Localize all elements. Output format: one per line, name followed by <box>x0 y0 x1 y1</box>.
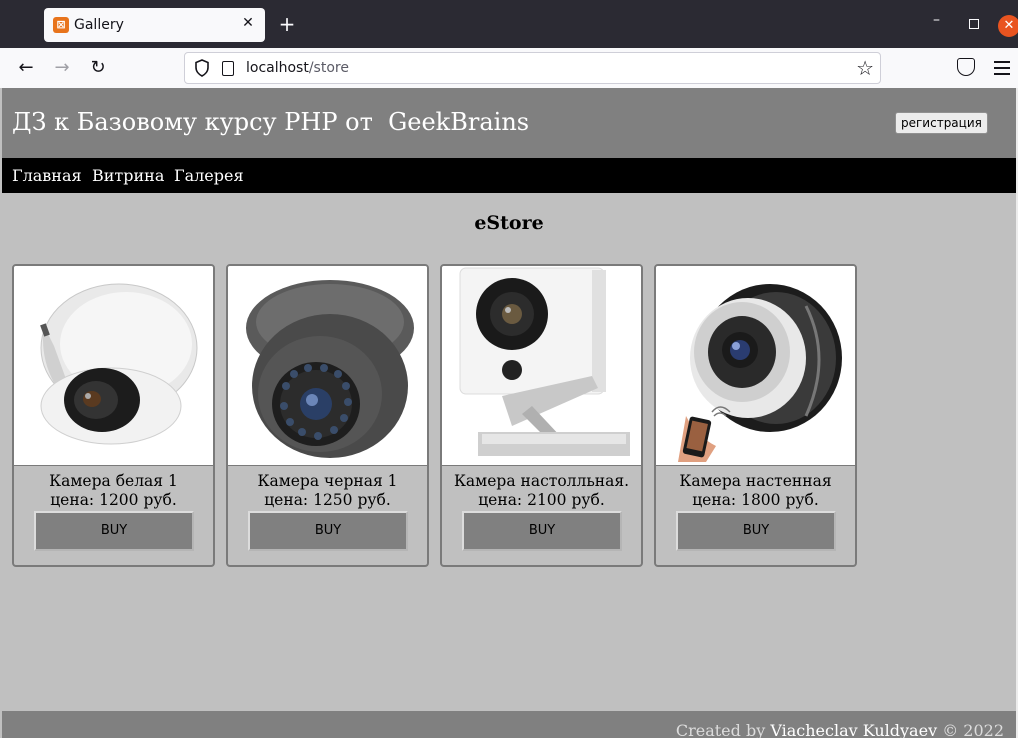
shield-icon[interactable] <box>194 59 210 77</box>
page-info-icon[interactable] <box>222 61 234 76</box>
xampp-icon: ⊠ <box>53 17 69 33</box>
product-card: Камера настолльная. цена: 2100 руб. BUY <box>440 264 643 567</box>
product-price: цена: 2100 руб. <box>478 491 605 509</box>
reload-icon[interactable]: ↻ <box>85 56 111 80</box>
hamburger-menu-icon[interactable] <box>994 61 1010 79</box>
maximize-window-icon[interactable] <box>969 19 979 29</box>
buy-button[interactable]: BUY <box>34 511 194 551</box>
browser-tab-gallery[interactable]: ⊠ Gallery ✕ <box>44 8 265 42</box>
product-name: Камера белая 1 <box>49 472 178 490</box>
close-window-icon[interactable]: ✕ <box>998 15 1018 37</box>
product-name: Камера черная 1 <box>257 472 398 490</box>
site-footer: Created by Viacheclav Kuldyaev © 2022 <box>2 711 1016 738</box>
url-text[interactable]: localhost/store <box>246 60 349 76</box>
tab-title: Gallery <box>74 17 124 33</box>
page-viewport: ДЗ к Базовому курсу PHP от GeekBrains ре… <box>0 88 1018 738</box>
product-price: цена: 1800 руб. <box>692 491 819 509</box>
nav-link-gallery[interactable]: Галерея <box>174 166 244 185</box>
site-nav: Главная Витрина Галерея <box>2 158 1016 193</box>
pocket-icon[interactable] <box>957 58 975 76</box>
forward-arrow-icon[interactable]: → <box>49 56 75 80</box>
browser-nav-bar: ← → ↻ localhost/store ☆ <box>0 48 1018 88</box>
footer-credit: Created by Viacheclav Kuldyaev © 2022 <box>675 721 1004 738</box>
product-card: Камера черная 1 цена: 1250 руб. BUY <box>226 264 429 567</box>
footer-author: Viacheclav Kuldyaev <box>770 721 938 738</box>
buy-button[interactable]: BUY <box>676 511 836 551</box>
product-image-grey-dome-camera[interactable] <box>228 266 427 466</box>
buy-button[interactable]: BUY <box>462 511 622 551</box>
register-button[interactable]: регистрация <box>895 112 988 134</box>
minimize-window-icon[interactable]: – <box>933 12 940 28</box>
product-price: цена: 1200 руб. <box>50 491 177 509</box>
product-image-desk-wifi-camera[interactable] <box>442 266 641 466</box>
close-tab-icon[interactable]: ✕ <box>240 15 256 31</box>
product-name: Камера настенная <box>679 472 832 490</box>
page-title: eStore <box>474 212 544 234</box>
product-image-white-dome-camera[interactable] <box>14 266 213 466</box>
bookmark-star-icon[interactable]: ☆ <box>856 56 874 80</box>
nav-link-store[interactable]: Витрина <box>92 166 164 185</box>
product-price: цена: 1250 руб. <box>264 491 391 509</box>
site-header: ДЗ к Базовому курсу PHP от GeekBrains ре… <box>2 88 1016 158</box>
browser-tab-bar: ⊠ Gallery ✕ + – ✕ <box>0 0 1018 48</box>
buy-button[interactable]: BUY <box>248 511 408 551</box>
product-image-wall-spherical-camera[interactable] <box>656 266 855 466</box>
product-card: Камера белая 1 цена: 1200 руб. BUY <box>12 264 215 567</box>
nav-link-home[interactable]: Главная <box>12 166 82 185</box>
product-name: Камера настолльная. <box>453 472 630 490</box>
new-tab-plus-icon[interactable]: + <box>276 12 298 36</box>
address-bar[interactable]: localhost/store ☆ <box>184 52 881 84</box>
site-title: ДЗ к Базовому курсу PHP от GeekBrains <box>12 108 530 136</box>
back-arrow-icon[interactable]: ← <box>13 56 39 80</box>
product-card: Камера настенная цена: 1800 руб. BUY <box>654 264 857 567</box>
